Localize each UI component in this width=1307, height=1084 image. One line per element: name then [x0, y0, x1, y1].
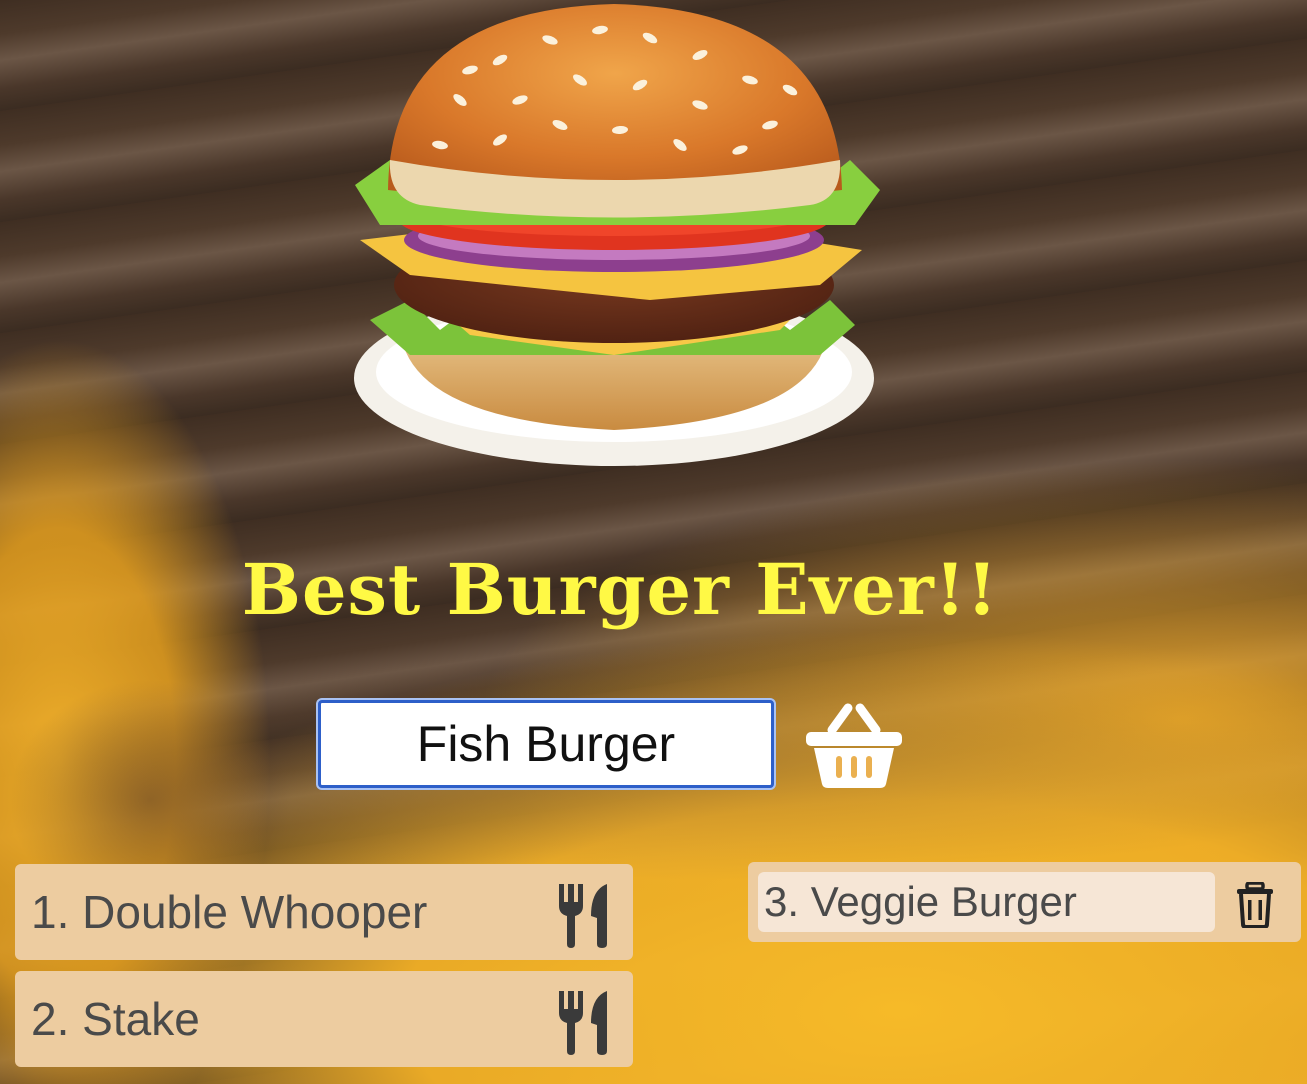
eaten-item-label: 3. Veggie Burger — [764, 878, 1077, 925]
list-item: 2. Stake — [15, 971, 633, 1067]
fork-knife-icon[interactable] — [555, 987, 611, 1055]
list-item: 1. Double Whooper — [15, 864, 633, 960]
page-title: Best Burger Ever!! — [241, 548, 999, 631]
fork-knife-icon[interactable] — [555, 880, 611, 948]
burger-illustration — [354, 4, 880, 466]
burger-name-input[interactable] — [318, 700, 774, 788]
list-item-label: 1. Double Whooper — [31, 886, 428, 938]
list-item-label: 2. Stake — [31, 993, 200, 1045]
eaten-list-item: 3. Veggie Burger — [748, 862, 1301, 942]
basket-icon[interactable] — [802, 700, 906, 788]
eaten-item-box: 3. Veggie Burger — [758, 872, 1215, 932]
trash-icon[interactable] — [1235, 882, 1275, 928]
